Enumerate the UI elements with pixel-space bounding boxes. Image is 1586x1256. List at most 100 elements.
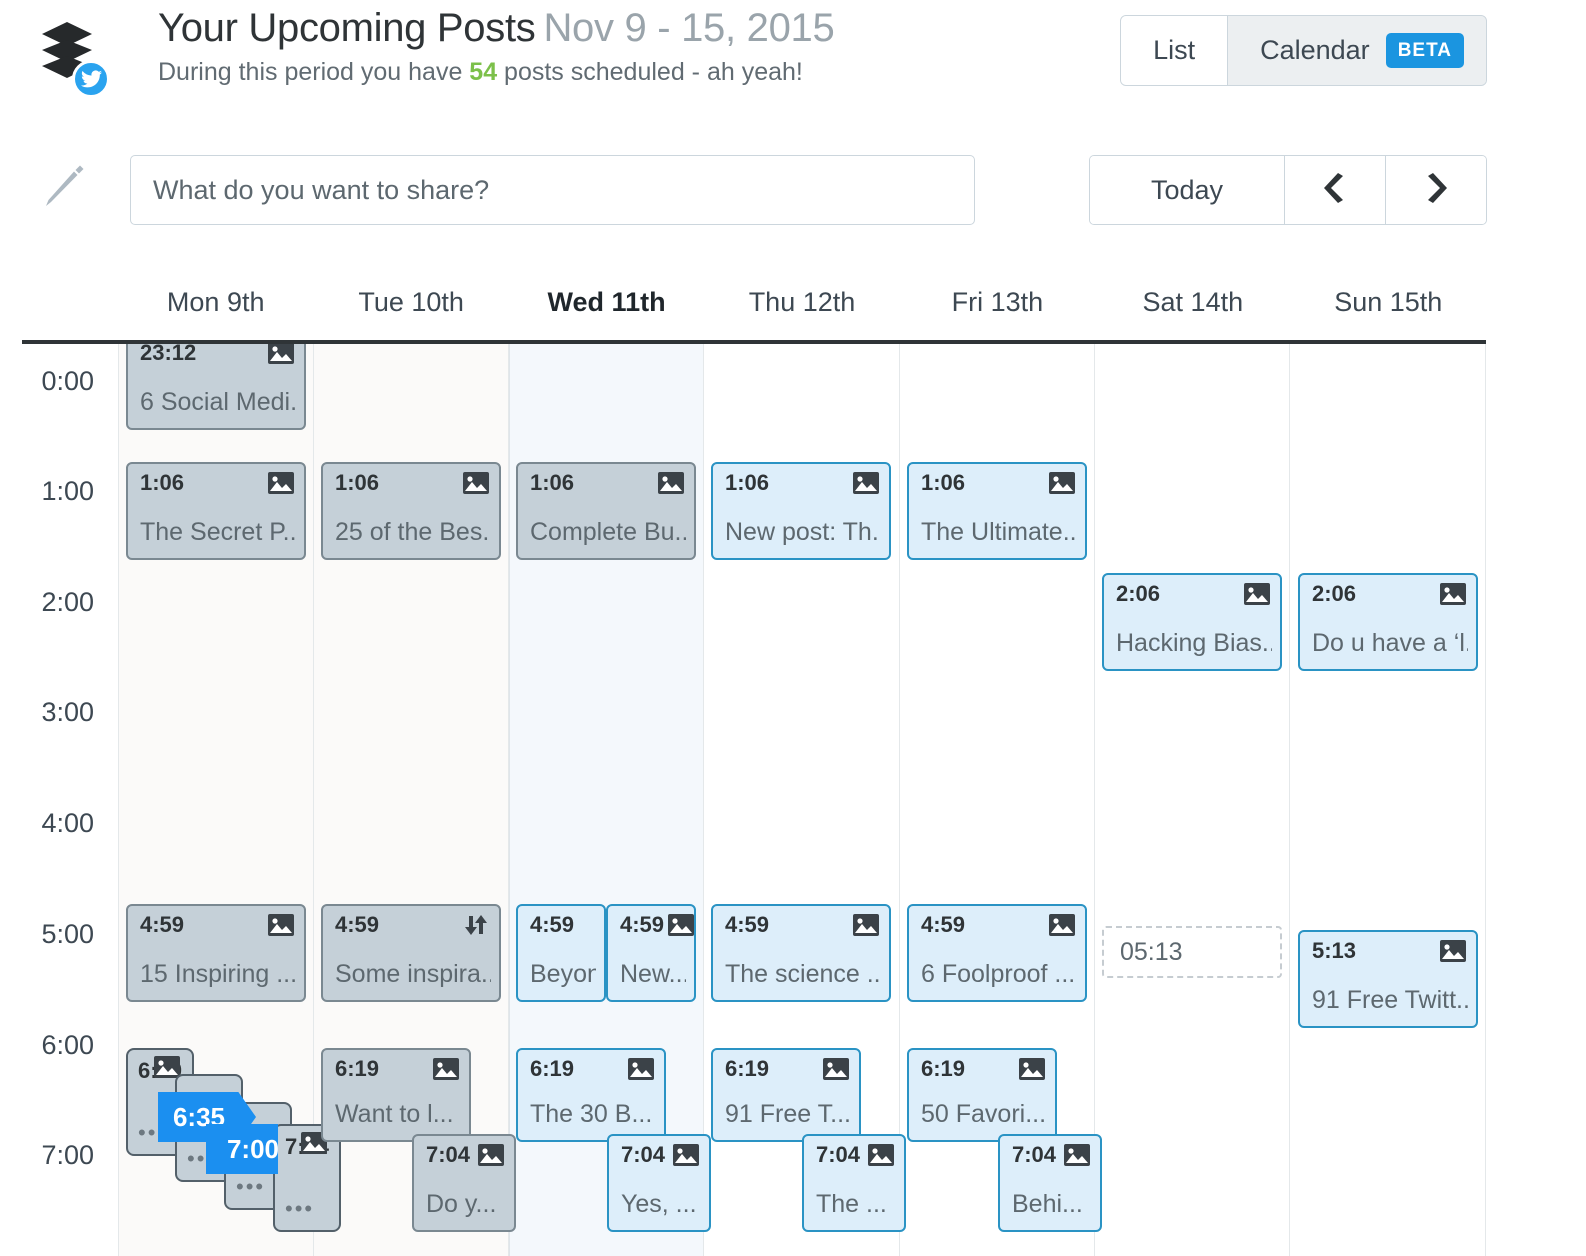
tab-list[interactable]: List	[1121, 16, 1228, 85]
view-toggle[interactable]: List Calendar BETA	[1120, 15, 1487, 86]
post-header: 1:06	[921, 472, 1075, 498]
post-time: 1:06	[140, 472, 184, 494]
post-text: The Secret P...	[140, 519, 296, 547]
post-card[interactable]: 6:19 Want to l...	[321, 1048, 471, 1142]
post-card[interactable]: 2:06 Hacking Bias...	[1102, 573, 1282, 671]
post-header: 4:59	[620, 914, 684, 940]
post-time: 4:59	[140, 914, 184, 936]
day-header-sun: Sun 15th	[1291, 280, 1486, 338]
post-time: 6:19	[530, 1058, 574, 1080]
post-text: Do u have a ‘l...	[1312, 630, 1468, 658]
image-icon	[853, 472, 879, 498]
post-text: Complete Bu...	[530, 519, 686, 547]
calendar-grid: 0:00 1:00 2:00 3:00 4:00 5:00 6:00 7:00 …	[0, 344, 1586, 1256]
post-time: 1:06	[725, 472, 769, 494]
post-text: The 30 B...	[530, 1101, 656, 1129]
chevron-right-icon	[1424, 173, 1448, 208]
time-label-3: 3:00	[41, 699, 94, 726]
post-time: 4:59	[620, 914, 664, 936]
post-card[interactable]: 6:19 50 Favori...	[907, 1048, 1057, 1142]
post-time: 6:19	[725, 1058, 769, 1080]
tab-calendar[interactable]: Calendar BETA	[1228, 16, 1486, 85]
post-text: Do y...	[426, 1191, 506, 1219]
post-card[interactable]: 4:59 Beyond	[516, 904, 606, 1002]
post-header: 4:59	[335, 914, 489, 940]
post-card[interactable]: 23:12 6 Social Medi...	[126, 344, 306, 430]
post-card[interactable]: 1:06 The Secret P...	[126, 462, 306, 560]
post-header: 1:06	[725, 472, 879, 498]
post-card[interactable]: 4:59 New...	[606, 904, 696, 1002]
day-header-row: Mon 9th Tue 10th Wed 11th Thu 12th Fri 1…	[118, 280, 1486, 338]
post-time: 4:59	[725, 914, 769, 936]
post-header: 7:04	[816, 1144, 894, 1170]
post-card[interactable]: 6:19 91 Free T...	[711, 1048, 861, 1142]
time-label-7: 7:00	[41, 1142, 94, 1169]
post-card[interactable]: 4:59 15 Inspiring ...	[126, 904, 306, 1002]
day-column-sun[interactable]	[1290, 344, 1486, 1256]
post-card[interactable]: 4:59 The science ...	[711, 904, 891, 1002]
post-text: Behi...	[1012, 1191, 1092, 1219]
post-time: 7:04	[426, 1144, 470, 1166]
post-header: 4:59	[921, 914, 1075, 940]
post-header: 1:06	[335, 472, 489, 498]
scheduled-post-count: 54	[469, 58, 497, 86]
post-card[interactable]: 1:06 The Ultimate...	[907, 462, 1087, 560]
image-icon	[853, 914, 879, 940]
post-text: Yes, ...	[621, 1191, 701, 1219]
time-label-1: 1:00	[41, 478, 94, 505]
post-time: 23:12	[140, 344, 196, 364]
post-card[interactable]: 2:06 Do u have a ‘l...	[1298, 573, 1478, 671]
title-block: Your Upcoming PostsNov 9 - 15, 2015 Duri…	[158, 8, 834, 85]
post-card[interactable]: 7:04 Behi...	[998, 1134, 1102, 1232]
image-icon	[1049, 914, 1075, 940]
post-header: 7:04	[621, 1144, 699, 1170]
image-icon	[823, 1058, 849, 1084]
time-gutter: 0:00 1:00 2:00 3:00 4:00 5:00 6:00 7:00	[0, 344, 118, 1256]
post-text: The Ultimate...	[921, 519, 1077, 547]
image-icon	[1440, 940, 1466, 966]
day-header-thu: Thu 12th	[704, 280, 899, 338]
day-column-sat[interactable]	[1095, 344, 1290, 1256]
post-time: 2:06	[1312, 583, 1356, 605]
today-button[interactable]: Today	[1090, 156, 1284, 224]
post-card[interactable]: 1:06 25 of the Bes...	[321, 462, 501, 560]
post-text: 91 Free Twitt...	[1312, 987, 1468, 1015]
empty-time-slot[interactable]: 05:13	[1102, 926, 1282, 978]
empty-slot-time: 05:13	[1120, 938, 1183, 967]
post-text: New post: Th...	[725, 519, 881, 547]
time-label-2: 2:00	[41, 589, 94, 616]
image-icon	[668, 914, 694, 940]
image-icon	[268, 472, 294, 498]
post-card[interactable]: 4:59 Some inspira...	[321, 904, 501, 1002]
subtitle-suffix: posts scheduled - ah yeah!	[497, 58, 803, 86]
image-icon	[868, 1144, 894, 1170]
post-card[interactable]: 7:04 Yes, ...	[607, 1134, 711, 1232]
compose-pencil-icon	[42, 162, 86, 213]
image-icon	[1049, 472, 1075, 498]
post-header: 1:06	[140, 472, 294, 498]
image-icon	[628, 1058, 654, 1084]
prev-week-button[interactable]	[1284, 156, 1385, 224]
post-card[interactable]: 6:19 The 30 B...	[516, 1048, 666, 1142]
post-card[interactable]: 4:59 6 Foolproof ...	[907, 904, 1087, 1002]
image-icon	[268, 914, 294, 940]
post-card[interactable]: 1:06 New post: Th...	[711, 462, 891, 560]
day-columns: 23:12 6 Social Medi... 1:06 The Secret P…	[118, 344, 1486, 1256]
post-card[interactable]: 7:04 The ...	[802, 1134, 906, 1232]
post-card[interactable]: 7:04 Do y...	[412, 1134, 516, 1232]
next-week-button[interactable]	[1385, 156, 1486, 224]
image-icon	[478, 1144, 504, 1170]
post-time: 2:06	[1116, 583, 1160, 605]
image-icon	[1244, 583, 1270, 609]
post-text: Hacking Bias...	[1116, 630, 1272, 658]
day-header-fri: Fri 13th	[900, 280, 1095, 338]
share-input[interactable]	[130, 155, 975, 225]
today-button-label: Today	[1151, 175, 1223, 206]
post-card[interactable]: 5:13 91 Free Twitt...	[1298, 930, 1478, 1028]
post-card[interactable]: 1:06 Complete Bu...	[516, 462, 696, 560]
chevron-left-icon	[1323, 173, 1347, 208]
post-header: 6:19	[725, 1058, 849, 1084]
beta-badge: BETA	[1386, 33, 1464, 68]
post-header: 5:13	[1312, 940, 1466, 966]
date-nav-group[interactable]: Today	[1089, 155, 1487, 225]
